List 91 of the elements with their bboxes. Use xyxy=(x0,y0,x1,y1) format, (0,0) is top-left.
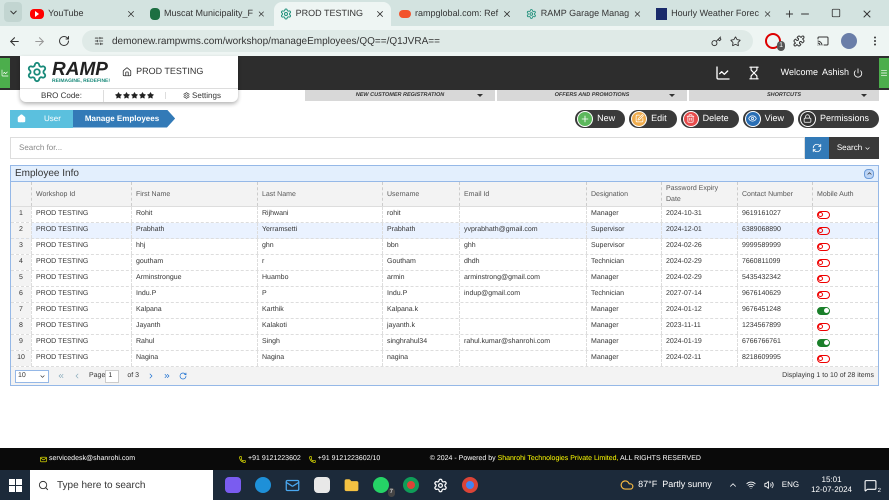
caret-icon xyxy=(39,372,46,380)
browser-tab[interactable]: PROD TESTING xyxy=(274,2,392,26)
gear-icon xyxy=(26,61,48,83)
new-tab-icon[interactable] xyxy=(784,8,795,20)
search-button[interactable]: Search xyxy=(829,137,879,159)
collapse-icon xyxy=(866,170,872,177)
eye-icon xyxy=(744,110,761,126)
address-bar[interactable]: demonew.rampwms.com/workshop/manageEmployees/QQ==/Q1JVRA== xyxy=(82,30,753,52)
windows-icon xyxy=(8,478,22,492)
plus-icon xyxy=(577,110,594,126)
bookmark-icon[interactable] xyxy=(730,36,741,46)
welcome-text: Welcome xyxy=(780,66,818,80)
trash-icon xyxy=(682,110,699,126)
close-icon[interactable] xyxy=(256,9,266,19)
close-icon[interactable] xyxy=(861,8,873,20)
browser-tab[interactable]: rampglobal.com: Ref xyxy=(393,2,518,26)
mobile-auth-toggle[interactable] xyxy=(817,258,830,266)
menu-icon xyxy=(880,69,888,77)
mobile-auth-toggle[interactable] xyxy=(817,226,830,234)
chart-icon[interactable] xyxy=(714,65,731,81)
back-icon[interactable] xyxy=(8,34,21,48)
close-icon[interactable] xyxy=(762,9,772,19)
close-icon[interactable] xyxy=(126,9,136,19)
clock[interactable]: 15:01 12-07-2024 xyxy=(811,475,852,495)
caret-icon xyxy=(864,144,872,152)
browser-tab[interactable]: RAMP Garage Manag xyxy=(520,2,648,26)
brand-logo: RAMP xyxy=(52,60,108,79)
key-icon[interactable] xyxy=(711,36,722,46)
user-name[interactable]: Ashish xyxy=(822,66,849,80)
edit-icon xyxy=(631,110,648,126)
close-icon[interactable] xyxy=(375,9,386,19)
action-button[interactable]: Permissions xyxy=(798,110,879,128)
mail-icon xyxy=(40,456,47,462)
puzzle-icon[interactable] xyxy=(793,35,805,47)
refresh-button[interactable] xyxy=(805,137,829,159)
site-info-icon[interactable] xyxy=(94,36,104,46)
tab-search-button[interactable] xyxy=(4,2,22,22)
search-field[interactable]: Search for... xyxy=(10,137,805,159)
forward-icon[interactable] xyxy=(33,34,46,48)
bro-code-label: BRO Code: xyxy=(20,90,104,102)
settings-link[interactable]: Settings xyxy=(166,90,238,102)
browser-tab[interactable]: Hourly Weather Forec xyxy=(650,2,778,26)
mobile-auth-toggle[interactable] xyxy=(817,290,830,298)
mobile-auth-toggle[interactable] xyxy=(817,210,830,218)
chart-icon xyxy=(1,69,9,77)
panel-title: Employee Info xyxy=(15,167,80,181)
volume-icon[interactable] xyxy=(764,480,774,490)
action-button[interactable]: Delete xyxy=(680,110,739,128)
last-page-icon[interactable] xyxy=(163,372,172,380)
mobile-auth-toggle[interactable] xyxy=(817,242,830,250)
workshop-name: PROD TESTING xyxy=(136,65,204,78)
side-toggle[interactable] xyxy=(0,58,10,88)
mobile-auth-toggle[interactable] xyxy=(817,274,830,282)
action-button[interactable]: New xyxy=(575,110,626,128)
language-indicator[interactable]: ENG xyxy=(782,479,800,491)
reload-icon[interactable] xyxy=(58,35,70,47)
mobile-auth-toggle[interactable] xyxy=(817,306,830,314)
hourglass-icon[interactable] xyxy=(746,66,761,80)
mobile-auth-toggle[interactable] xyxy=(817,354,830,362)
search-icon xyxy=(38,480,49,490)
gear-icon xyxy=(280,8,292,20)
media-icon[interactable] xyxy=(817,35,829,47)
close-icon[interactable] xyxy=(633,9,642,19)
restore-icon[interactable] xyxy=(831,8,841,18)
settings-icon[interactable] xyxy=(433,478,448,492)
browser-tab[interactable]: Muscat Municipality_F xyxy=(144,2,272,26)
gear-icon xyxy=(183,92,190,99)
action-button[interactable]: Edit xyxy=(629,110,677,128)
folder-icon[interactable] xyxy=(344,478,359,492)
menu-toggle[interactable] xyxy=(879,58,889,88)
action-button[interactable]: View xyxy=(742,110,794,128)
phone-icon xyxy=(308,456,316,462)
lock-icon xyxy=(800,110,816,126)
play-icon xyxy=(30,9,44,19)
profile-icon[interactable] xyxy=(841,33,857,49)
gear-icon xyxy=(526,8,537,20)
mail-icon[interactable] xyxy=(285,478,300,492)
phone-icon xyxy=(239,456,246,462)
mobile-auth-toggle[interactable] xyxy=(817,322,830,330)
browser-tab[interactable]: YouTube xyxy=(24,2,142,26)
weather-text[interactable]: 87°F Partly sunny xyxy=(638,478,712,492)
collapse-button[interactable] xyxy=(864,168,874,178)
refresh-icon xyxy=(812,143,822,153)
logout-icon[interactable] xyxy=(853,68,863,78)
taskbar-search[interactable]: Type here to search xyxy=(30,470,213,500)
close-icon[interactable] xyxy=(502,9,512,19)
mobile-auth-toggle[interactable] xyxy=(817,338,830,346)
home-icon xyxy=(16,114,26,123)
wifi-icon[interactable] xyxy=(746,480,756,490)
home-icon xyxy=(122,67,132,77)
breadcrumb-item: Manage Employees xyxy=(72,110,176,128)
